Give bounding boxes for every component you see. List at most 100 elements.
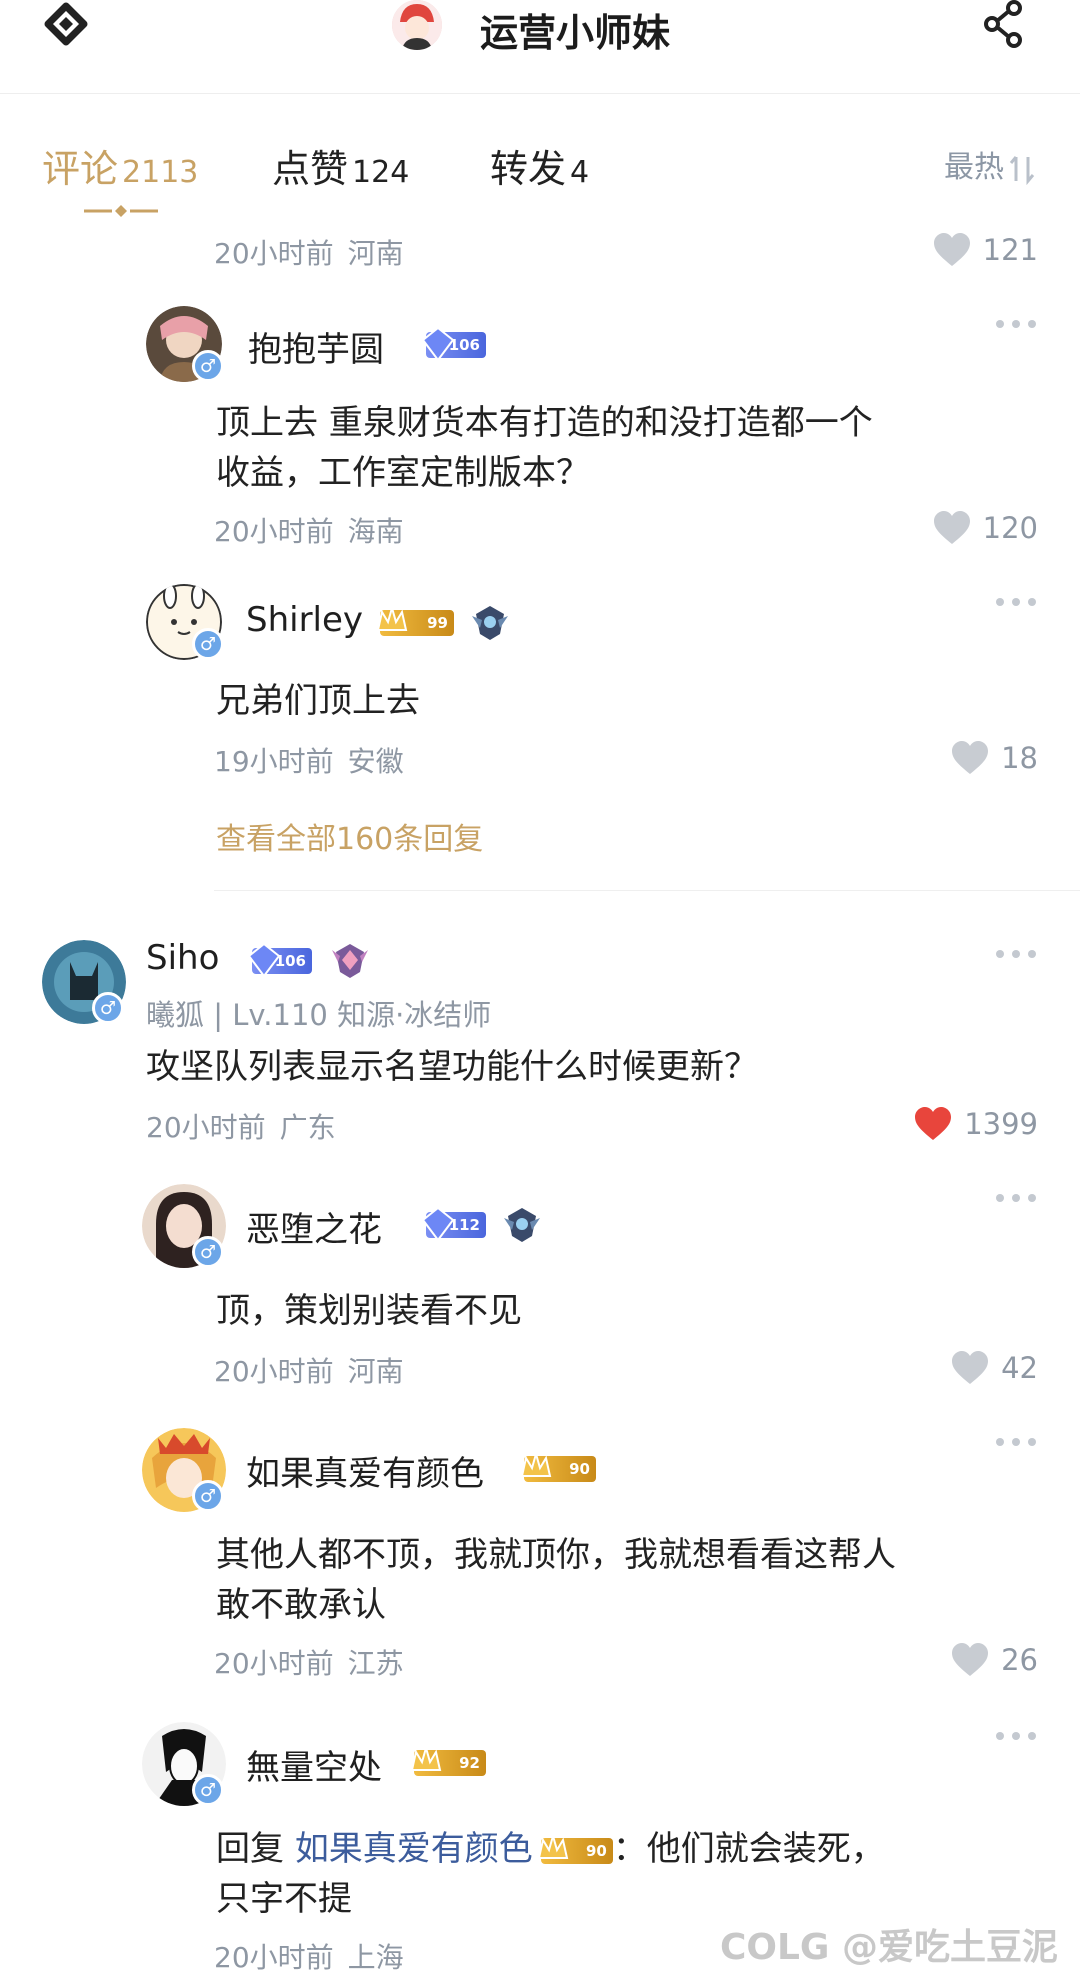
- like-button[interactable]: 42: [951, 1348, 1038, 1388]
- sort-arrows-icon: [1009, 155, 1035, 185]
- tab-reposts[interactable]: 转发 4: [490, 138, 589, 193]
- back-icon[interactable]: [40, 0, 92, 52]
- comment-time: 19小时前: [214, 745, 334, 778]
- like-button[interactable]: 120: [933, 508, 1038, 548]
- username[interactable]: 無量空处: [246, 1740, 382, 1789]
- heart-filled-icon: [915, 1107, 952, 1140]
- comment-location: 海南: [347, 515, 404, 548]
- reply-to-username[interactable]: 如果真爱有颜色: [295, 1829, 533, 1869]
- comment-text-line: 收益，工作室定制版本？: [216, 453, 590, 493]
- reply-prefix: 回复: [216, 1829, 284, 1869]
- heart-icon: [952, 1643, 989, 1676]
- tab-likes[interactable]: 点赞 124: [272, 138, 409, 193]
- comment-time: 20小时前: [214, 1647, 334, 1680]
- active-tab-indicator: [84, 202, 158, 217]
- like-count: 42: [1001, 1351, 1038, 1385]
- comment-meta: 20小时前 河南: [214, 232, 404, 272]
- tab-reposts-label: 转发: [490, 147, 567, 191]
- comment-meta: 20小时前 上海: [214, 1936, 404, 1976]
- gender-male-icon: ♂: [192, 628, 224, 660]
- reply-text: ：他们就会装死，: [612, 1829, 885, 1869]
- comment-text-line: 兄弟们顶上去: [216, 681, 420, 721]
- level-badge: 106: [421, 326, 486, 362]
- level-badge: 112: [421, 1206, 486, 1242]
- divider: [214, 890, 1080, 891]
- level-number: 90: [569, 1460, 590, 1478]
- comment-text-line: 只字不提: [216, 1879, 352, 1919]
- more-options-icon[interactable]: [994, 944, 1038, 964]
- comment-text-line: 顶，策划别装看不见: [216, 1291, 522, 1331]
- username[interactable]: 如果真爱有颜色: [246, 1446, 484, 1495]
- comment-time: 20小时前: [214, 1941, 334, 1974]
- like-count: 26: [1001, 1643, 1038, 1677]
- more-options-icon[interactable]: [994, 592, 1038, 612]
- comment-meta: 20小时前 江苏: [214, 1642, 404, 1682]
- comment-meta: 20小时前 河南: [214, 1350, 404, 1390]
- level-number: 90: [585, 1841, 607, 1860]
- like-button[interactable]: 18: [951, 738, 1038, 778]
- tab-comments[interactable]: 评论 2113: [42, 138, 198, 193]
- level-badge: 106: [247, 942, 312, 978]
- gender-male-icon: ♂: [192, 350, 224, 382]
- username[interactable]: Shirley: [246, 600, 363, 640]
- sort-label: 最热: [944, 150, 1004, 185]
- gender-male-icon: ♂: [192, 1480, 224, 1512]
- rank-emblem-icon: [470, 602, 510, 642]
- comment-location: 上海: [347, 1941, 404, 1974]
- comment-location: 河南: [347, 1355, 404, 1388]
- like-count: 18: [1001, 741, 1038, 775]
- heart-icon: [933, 511, 970, 544]
- comment-text-line: 顶上去 重泉财货本有打造的和没打造都一个: [216, 403, 873, 443]
- more-options-icon[interactable]: [994, 1726, 1038, 1746]
- comment-time: 20小时前: [146, 1111, 266, 1144]
- comment-time: 20小时前: [214, 515, 334, 548]
- comment-location: 安徽: [347, 745, 404, 778]
- comment-text: 顶上去 重泉财货本有打造的和没打造都一个 收益，工作室定制版本？: [216, 398, 873, 498]
- comment-location: 江苏: [347, 1647, 404, 1680]
- view-all-replies-link[interactable]: 查看全部160条回复: [216, 814, 483, 858]
- more-options-icon[interactable]: [994, 1432, 1038, 1452]
- share-icon[interactable]: [982, 0, 1026, 52]
- username[interactable]: 恶堕之花: [246, 1202, 382, 1251]
- comment-time: 20小时前: [214, 237, 334, 270]
- level-badge: 99: [376, 604, 454, 636]
- comment-meta: 20小时前 广东: [146, 1106, 336, 1146]
- comment-location: 广东: [279, 1111, 336, 1144]
- tab-likes-count: 124: [352, 155, 410, 190]
- like-button[interactable]: 26: [951, 1640, 1038, 1680]
- comment-meta: 20小时前 海南: [214, 510, 404, 550]
- user-game-info: 曦狐 | Lv.110 知源·冰结师: [146, 998, 492, 1032]
- like-button[interactable]: 121: [933, 230, 1038, 270]
- reply-line: 回复 如果真爱有颜色 90 ：他们就会装死，: [216, 1824, 885, 1874]
- rank-emblem-icon: [330, 940, 370, 980]
- heart-icon: [933, 233, 970, 266]
- tab-comments-count: 2113: [122, 155, 199, 190]
- watermark: COLG @爱吃土豆泥: [719, 1927, 1058, 1968]
- comment-time: 20小时前: [214, 1355, 334, 1388]
- tab-comments-label: 评论: [42, 147, 119, 191]
- comment-text: 顶，策划别装看不见: [216, 1286, 522, 1336]
- tab-likes-label: 点赞: [272, 147, 349, 191]
- level-badge: 90: [520, 1450, 596, 1482]
- comment-text: 兄弟们顶上去: [216, 676, 420, 726]
- official-avatar[interactable]: [392, 0, 442, 50]
- sort-hot-button[interactable]: 最热: [944, 142, 1036, 186]
- more-options-icon[interactable]: [994, 1188, 1038, 1208]
- comment-text-line: 敢不敢承认: [216, 1585, 386, 1625]
- like-button[interactable]: 1399: [914, 1104, 1038, 1144]
- comment-text: 攻坚队列表显示名望功能什么时候更新？: [146, 1047, 758, 1087]
- heart-icon: [952, 741, 989, 774]
- comment-location: 河南: [347, 237, 404, 270]
- top-bar: 运营小师妹: [0, 0, 1080, 94]
- more-options-icon[interactable]: [994, 314, 1038, 334]
- page-title: 运营小师妹: [480, 11, 671, 55]
- gender-male-icon: ♂: [192, 1774, 224, 1806]
- gender-male-icon: ♂: [192, 1236, 224, 1268]
- like-count: 121: [982, 233, 1038, 267]
- comment-text: 其他人都不顶，我就顶你，我就想看看这帮人 敢不敢承认: [216, 1530, 896, 1630]
- rank-emblem-icon: [502, 1204, 542, 1244]
- heart-icon: [952, 1351, 989, 1384]
- comment-text-line: 其他人都不顶，我就顶你，我就想看看这帮人: [216, 1535, 896, 1575]
- username[interactable]: 抱抱芋圆: [248, 322, 384, 371]
- username[interactable]: Siho: [146, 938, 219, 978]
